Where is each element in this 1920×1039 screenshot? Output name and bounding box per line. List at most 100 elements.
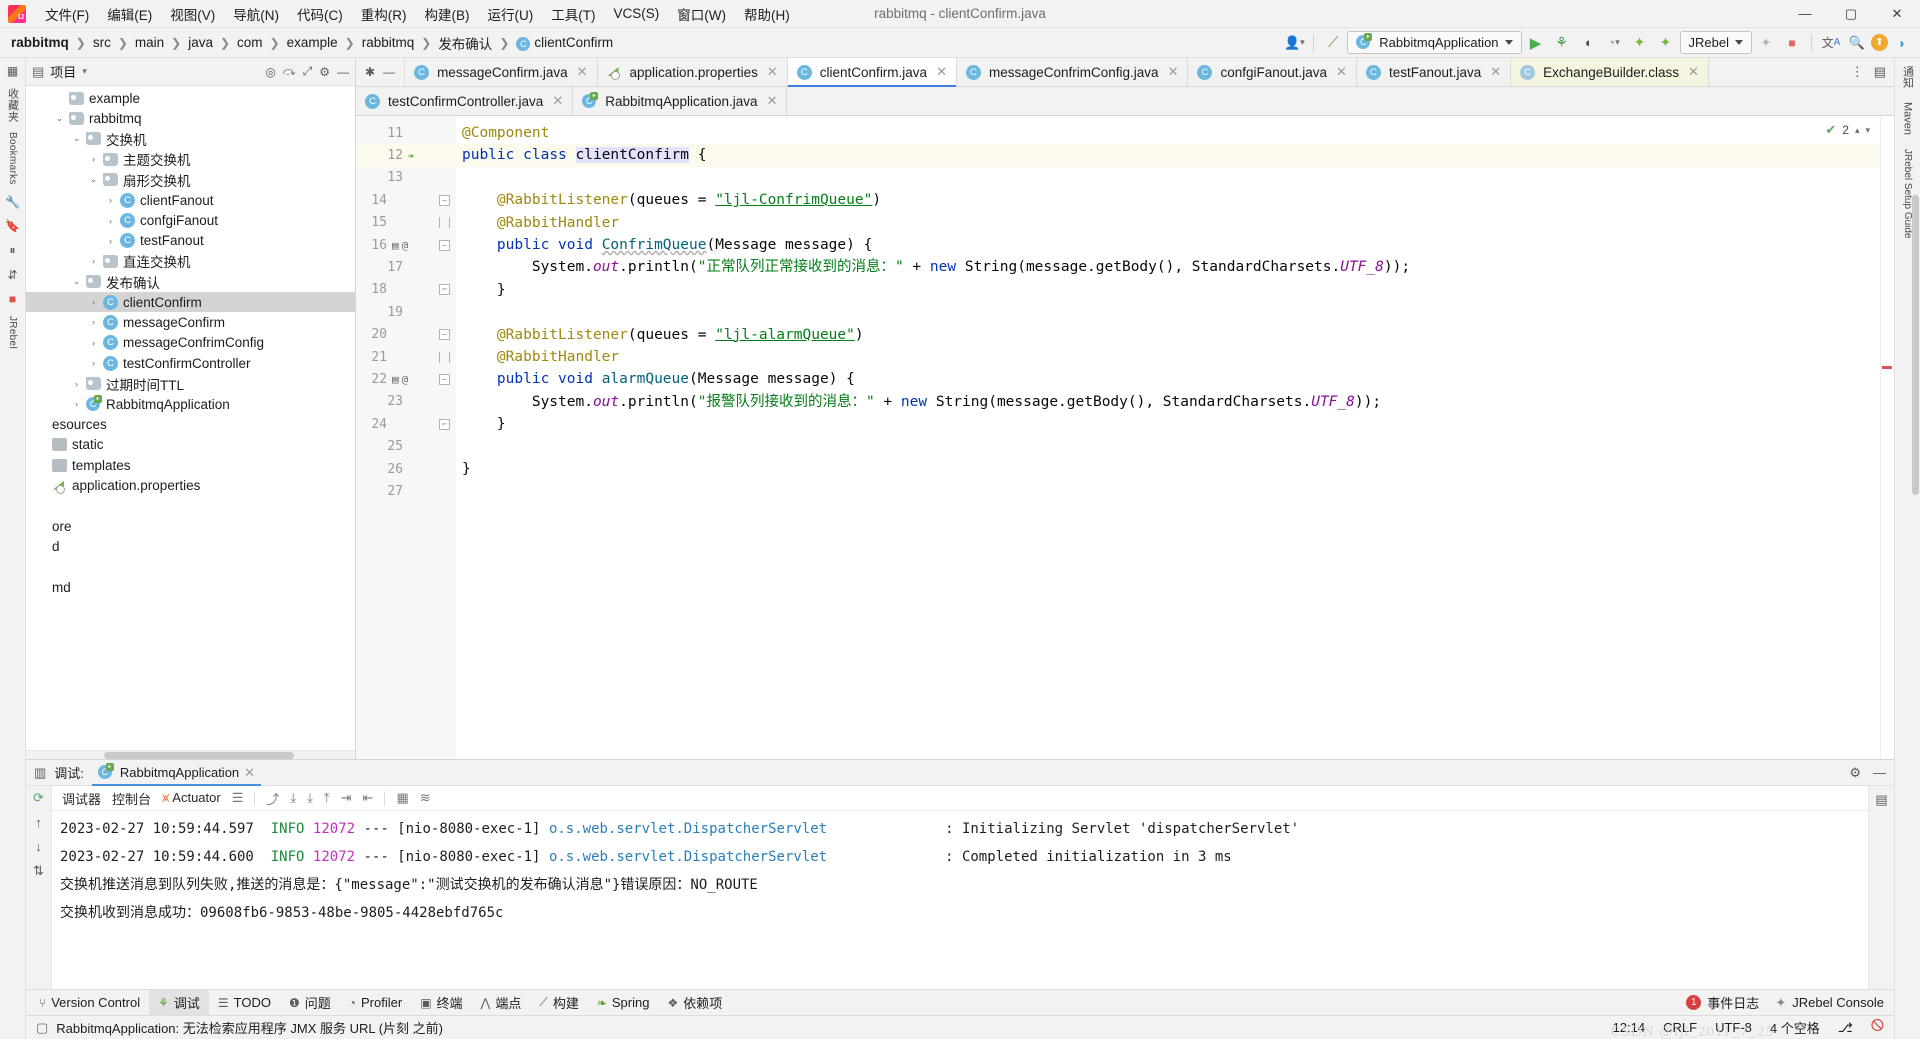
- gutter-line-26[interactable]: 26: [356, 458, 456, 480]
- debug-console-output[interactable]: 2023-02-27 10:59:44.597 INFO 12072 --- […: [52, 811, 1868, 989]
- menu-vcs[interactable]: VCS(S): [605, 3, 669, 24]
- right-strip-label-maven[interactable]: Maven: [1902, 102, 1914, 135]
- minimize-button[interactable]: —: [1782, 0, 1828, 28]
- step-into-icon[interactable]: ⤓: [290, 790, 296, 806]
- build-hammer-icon[interactable]: ⟋: [1321, 31, 1345, 55]
- run-with-coverage-icon[interactable]: ◖: [1576, 31, 1600, 55]
- gutter-line-14[interactable]: 14 −: [356, 189, 456, 211]
- code-line-26[interactable]: }: [456, 458, 1894, 480]
- gutter-line-25[interactable]: 25: [356, 435, 456, 457]
- close-icon[interactable]: ✕: [577, 64, 588, 80]
- spring-bean-gutter-icon[interactable]: ❧: [408, 149, 415, 162]
- jrebel-console-button[interactable]: ✦ JRebel Console: [1775, 995, 1884, 1011]
- right-strip-label-notifications[interactable]: 通知: [1900, 66, 1916, 88]
- close-icon[interactable]: ✕: [1490, 64, 1501, 80]
- chevron-right-icon[interactable]: ›: [87, 256, 100, 266]
- editor-tab-messageconfirm-java[interactable]: CmessageConfirm.java ✕: [405, 58, 598, 86]
- event-log-button[interactable]: 1 事件日志: [1686, 993, 1759, 1012]
- mute-breakpoints-icon[interactable]: ≋: [420, 790, 431, 806]
- tree-node--[interactable]: ⌄ 发布确认: [26, 272, 355, 292]
- code-line-27[interactable]: [456, 480, 1894, 502]
- close-icon[interactable]: ✕: [936, 64, 947, 80]
- tree-node-clientfanout[interactable]: › CclientFanout: [26, 190, 355, 210]
- project-horizontal-scrollbar[interactable]: [26, 750, 355, 759]
- code-line-13[interactable]: [456, 167, 1894, 189]
- annotation-gutter-icon[interactable]: @: [402, 373, 409, 386]
- step-over-icon[interactable]: ⤴: [266, 789, 279, 808]
- close-icon[interactable]: ✕: [244, 765, 255, 781]
- close-icon[interactable]: ✕: [767, 64, 778, 80]
- tool-window--[interactable]: ▣ 终端: [411, 990, 471, 1015]
- tree-node-confgifanout[interactable]: › CconfgiFanout: [26, 210, 355, 230]
- git-branch-icon[interactable]: ⎇: [1838, 1020, 1853, 1036]
- step-icon[interactable]: ⇵: [7, 268, 17, 282]
- stop-square-icon[interactable]: ■: [9, 292, 16, 306]
- status-message[interactable]: RabbitmqApplication: 无法检索应用程序 JMX 服务 URL…: [56, 1018, 443, 1037]
- gutter-line-13[interactable]: 13: [356, 167, 456, 189]
- chevron-right-icon[interactable]: ›: [87, 358, 100, 368]
- tree-node-application-properties[interactable]: · application.properties: [26, 475, 355, 495]
- console-tab[interactable]: 控制台: [112, 789, 151, 808]
- tree-node-messageconfirm[interactable]: › CmessageConfirm: [26, 312, 355, 332]
- tool-window--[interactable]: ❖ 依赖项: [658, 990, 731, 1015]
- tree-node-rabbitmqapplication[interactable]: › C ▸ RabbitmqApplication: [26, 394, 355, 414]
- actuator-tab[interactable]: ⩙ Actuator: [162, 790, 221, 806]
- chevron-up-icon[interactable]: ▴: [1855, 125, 1860, 136]
- bean-gutter-icon[interactable]: ▤: [392, 373, 399, 386]
- project-toolwindow-icon[interactable]: ▦: [7, 64, 18, 78]
- chevron-right-icon[interactable]: ›: [104, 216, 117, 226]
- chevron-down-icon[interactable]: ⌄: [53, 113, 66, 124]
- editor-tab-testconfirmcontroller-java[interactable]: CtestConfirmController.java ✕: [356, 87, 574, 115]
- chevron-down-icon[interactable]: ▾: [1865, 125, 1870, 136]
- gutter-line-11[interactable]: 11: [356, 122, 456, 144]
- drop-frame-icon[interactable]: ⇤: [363, 790, 374, 806]
- close-button[interactable]: ✕: [1874, 0, 1920, 28]
- rerun-icon[interactable]: ⟳: [33, 790, 44, 806]
- menu-refactor[interactable]: 重构(R): [352, 1, 416, 27]
- fold-collapse-icon[interactable]: −: [439, 239, 450, 251]
- chevron-right-icon[interactable]: ›: [87, 297, 100, 307]
- gutter-line-15[interactable]: 15: [356, 212, 456, 234]
- profile-icon[interactable]: 👤 ▾: [1282, 31, 1306, 55]
- editor-tab-clientconfirm-java[interactable]: CclientConfirm.java ✕: [787, 58, 957, 87]
- tree-node-rabbitmq[interactable]: ⌄ rabbitmq: [26, 108, 355, 128]
- tool-window-spring[interactable]: ❧ Spring: [588, 992, 659, 1013]
- chevron-right-icon[interactable]: ›: [87, 317, 100, 327]
- tree-node-messageconfrimconfig[interactable]: › CmessageConfrimConfig: [26, 333, 355, 353]
- code-line-15[interactable]: @RabbitHandler: [456, 212, 1894, 234]
- tree-node--[interactable]: ⌄ 交换机: [26, 129, 355, 149]
- fold-end-icon[interactable]: ⌐: [439, 284, 450, 296]
- pause-icon[interactable]: ⏸: [9, 243, 15, 258]
- tree-node-example[interactable]: · example: [26, 88, 355, 108]
- expand-all-icon[interactable]: ⤢: [303, 64, 313, 79]
- fold-collapse-icon[interactable]: −: [439, 329, 450, 341]
- editor-code[interactable]: @Component public class clientConfirm { @…: [456, 116, 1894, 759]
- fold-end-icon[interactable]: ⌐: [439, 418, 450, 430]
- jrebel-debug-icon[interactable]: ✦: [1654, 31, 1678, 55]
- menu-navigate[interactable]: 导航(N): [224, 1, 288, 27]
- hide-panel-icon[interactable]: —: [1873, 765, 1886, 780]
- close-icon[interactable]: ✕: [1688, 64, 1699, 80]
- chevron-right-icon[interactable]: ›: [70, 399, 83, 409]
- code-line-23[interactable]: System.out.println("报警队列接收到的消息：" + new S…: [456, 391, 1894, 413]
- code-line-14[interactable]: @RabbitListener(queues = "ljl-ConfrimQue…: [456, 189, 1894, 211]
- close-icon[interactable]: ✕: [552, 93, 563, 109]
- gutter-line-24[interactable]: 24 ⌐: [356, 413, 456, 435]
- chevron-right-icon[interactable]: ›: [87, 338, 100, 348]
- fold-collapse-icon[interactable]: −: [439, 373, 450, 385]
- bookmark-icon[interactable]: 🔖: [5, 219, 20, 233]
- step-up-icon[interactable]: ↑: [35, 815, 42, 830]
- close-icon[interactable]: ✕: [767, 93, 778, 109]
- force-step-into-icon[interactable]: ⤓: [307, 790, 313, 806]
- breadcrumb-rabbitmq-pkg[interactable]: rabbitmq: [359, 34, 418, 51]
- line-separator[interactable]: CRLF: [1663, 1020, 1697, 1035]
- tool-window-profiler[interactable]: ◔ Profiler: [340, 992, 411, 1013]
- fold-collapse-icon[interactable]: −: [439, 194, 450, 206]
- jrebel-run-icon[interactable]: ✦: [1628, 31, 1652, 55]
- menu-edit[interactable]: 编辑(E): [98, 1, 161, 27]
- code-line-18[interactable]: }: [456, 279, 1894, 301]
- tree-node-esources[interactable]: ·esources: [26, 414, 355, 434]
- attach-debugger-icon[interactable]: ✦: [1754, 31, 1778, 55]
- gutter-line-17[interactable]: 17: [356, 256, 456, 278]
- indent-setting[interactable]: 4 个空格: [1770, 1018, 1820, 1037]
